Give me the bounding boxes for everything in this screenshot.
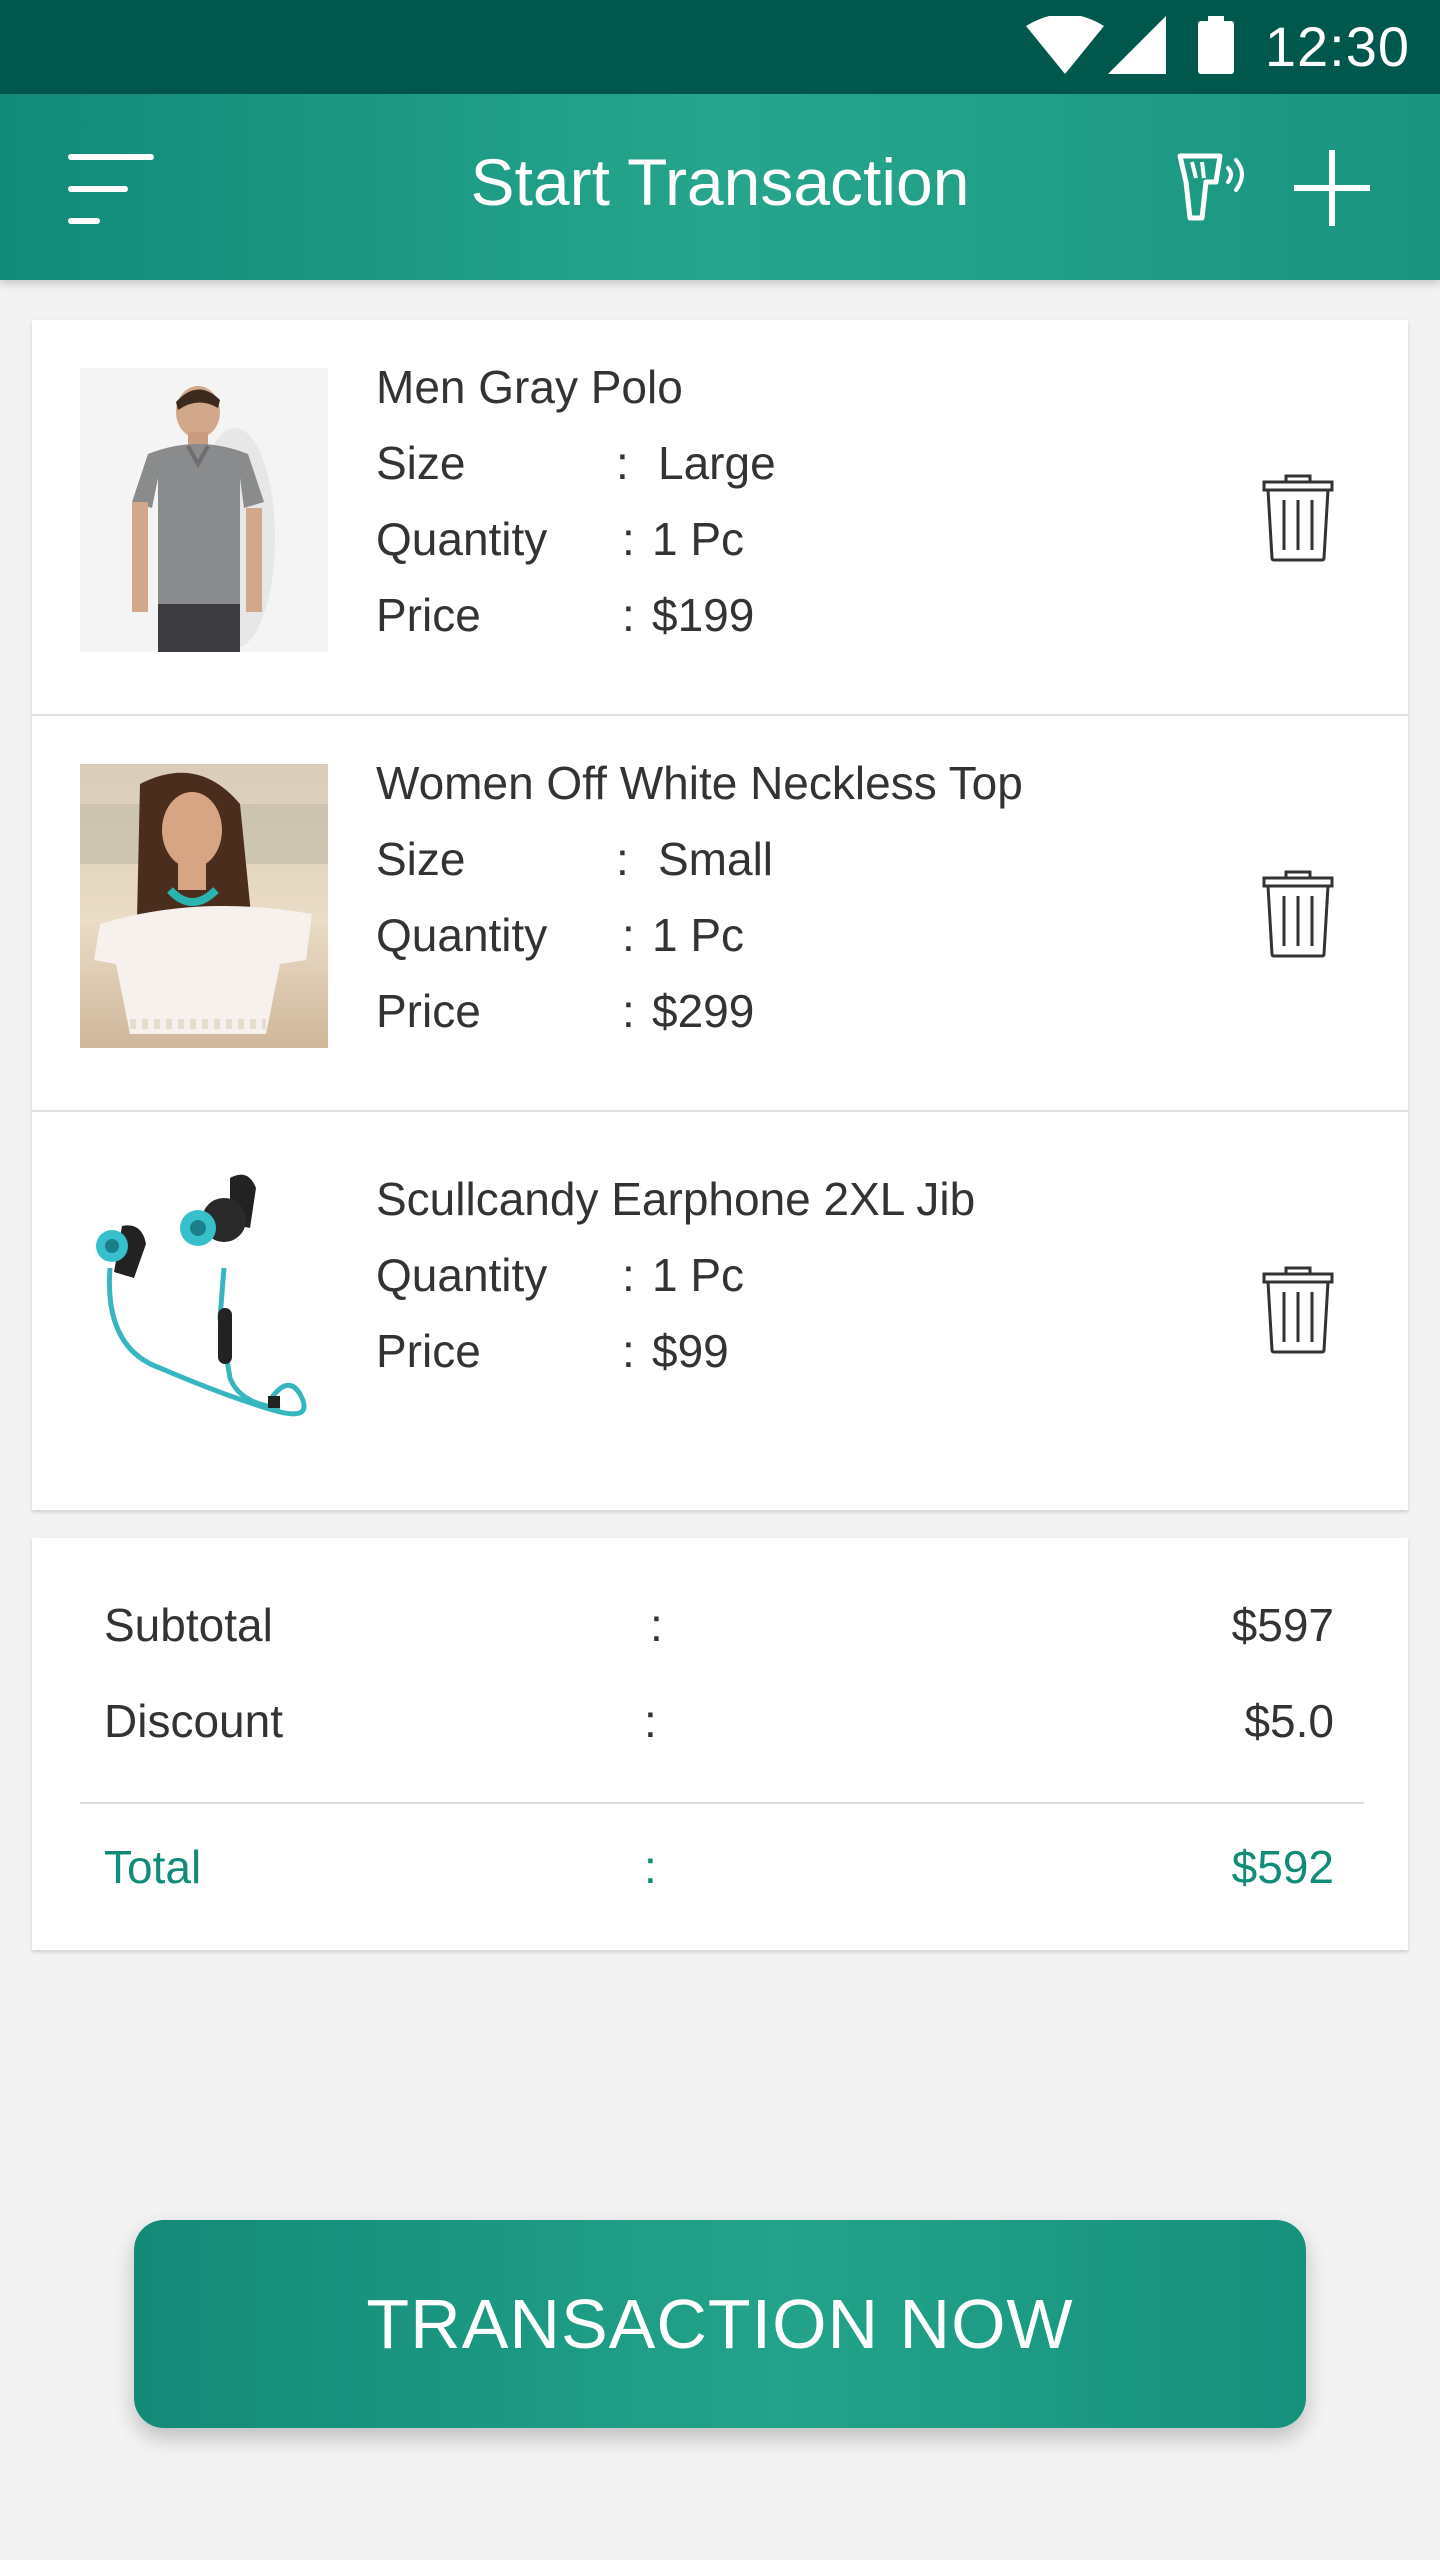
product-image-top (80, 764, 328, 1048)
row-colon: : (616, 437, 629, 489)
item-name: Scullcandy Earphone 2XL Jib (376, 1173, 976, 1225)
total-label: Total (104, 1841, 202, 1893)
row-label: Quantity (376, 1249, 548, 1301)
row-label: Size (376, 833, 466, 885)
trash-icon[interactable] (1262, 870, 1334, 958)
row-value: 1 Pc (652, 1249, 745, 1301)
discount-row: Discount : $5.0 (104, 1694, 1334, 1748)
row-value: Small (658, 833, 774, 885)
row-colon: : (622, 985, 635, 1037)
trash-icon[interactable] (1262, 1266, 1334, 1354)
total-colon: : (644, 1841, 657, 1893)
row-colon: : (622, 1249, 635, 1301)
subtotal-label: Subtotal (104, 1599, 273, 1651)
product-image-earphone (80, 1168, 328, 1444)
subtotal-colon: : (650, 1599, 663, 1651)
discount-colon: : (644, 1695, 657, 1747)
row-colon: : (616, 833, 629, 885)
row-label: Size (376, 437, 466, 489)
discount-value: $5.0 (1244, 1695, 1334, 1747)
order-summary-card: Subtotal : $597 Discount : $5.0 Total : … (32, 1538, 1408, 1950)
total-row: Total : $592 (104, 1840, 1334, 1894)
trash-icon[interactable] (1262, 474, 1334, 562)
row-value: $299 (652, 985, 755, 1037)
cart-items-card: Men Gray Polo Size : Large Quantity : 1 … (32, 320, 1408, 1510)
cell-signal-icon (1108, 16, 1166, 74)
app-bar: Start Transaction (0, 94, 1440, 280)
item-name: Women Off White Neckless Top (376, 757, 1023, 809)
row-label: Quantity (376, 513, 548, 565)
add-icon[interactable] (1294, 150, 1370, 226)
total-value: $592 (1231, 1841, 1334, 1893)
barcode-scanner-icon[interactable] (1176, 152, 1250, 222)
transaction-now-button[interactable]: TRANSACTION NOW (134, 2220, 1306, 2428)
battery-icon (1198, 16, 1234, 74)
row-value: $99 (652, 1325, 729, 1377)
row-value: 1 Pc (652, 513, 745, 565)
row-colon: : (622, 589, 635, 641)
row-value: Large (658, 437, 776, 489)
row-label: Price (376, 589, 481, 641)
row-colon: : (622, 1325, 635, 1377)
wifi-icon (1026, 16, 1104, 74)
cart-item-men-gray-polo: Men Gray Polo Size : Large Quantity : 1 … (32, 320, 1408, 716)
subtotal-value: $597 (1231, 1599, 1334, 1651)
row-label: Quantity (376, 909, 548, 961)
row-value: 1 Pc (652, 909, 745, 961)
status-bar: 12:30 (0, 0, 1440, 94)
subtotal-row: Subtotal : $597 (104, 1598, 1334, 1652)
row-colon: : (622, 909, 635, 961)
row-value: $199 (652, 589, 755, 641)
row-label: Price (376, 1325, 481, 1377)
cart-item-earphone: Scullcandy Earphone 2XL Jib Quantity : 1… (32, 1112, 1408, 1508)
status-time: 12:30 (1264, 15, 1410, 78)
row-colon: : (622, 513, 635, 565)
item-name: Men Gray Polo (376, 361, 683, 413)
row-label: Price (376, 985, 481, 1037)
cart-item-women-top: Women Off White Neckless Top Size : Smal… (32, 716, 1408, 1112)
product-image-polo (80, 368, 328, 652)
summary-divider (80, 1802, 1364, 1804)
discount-label: Discount (104, 1695, 283, 1747)
